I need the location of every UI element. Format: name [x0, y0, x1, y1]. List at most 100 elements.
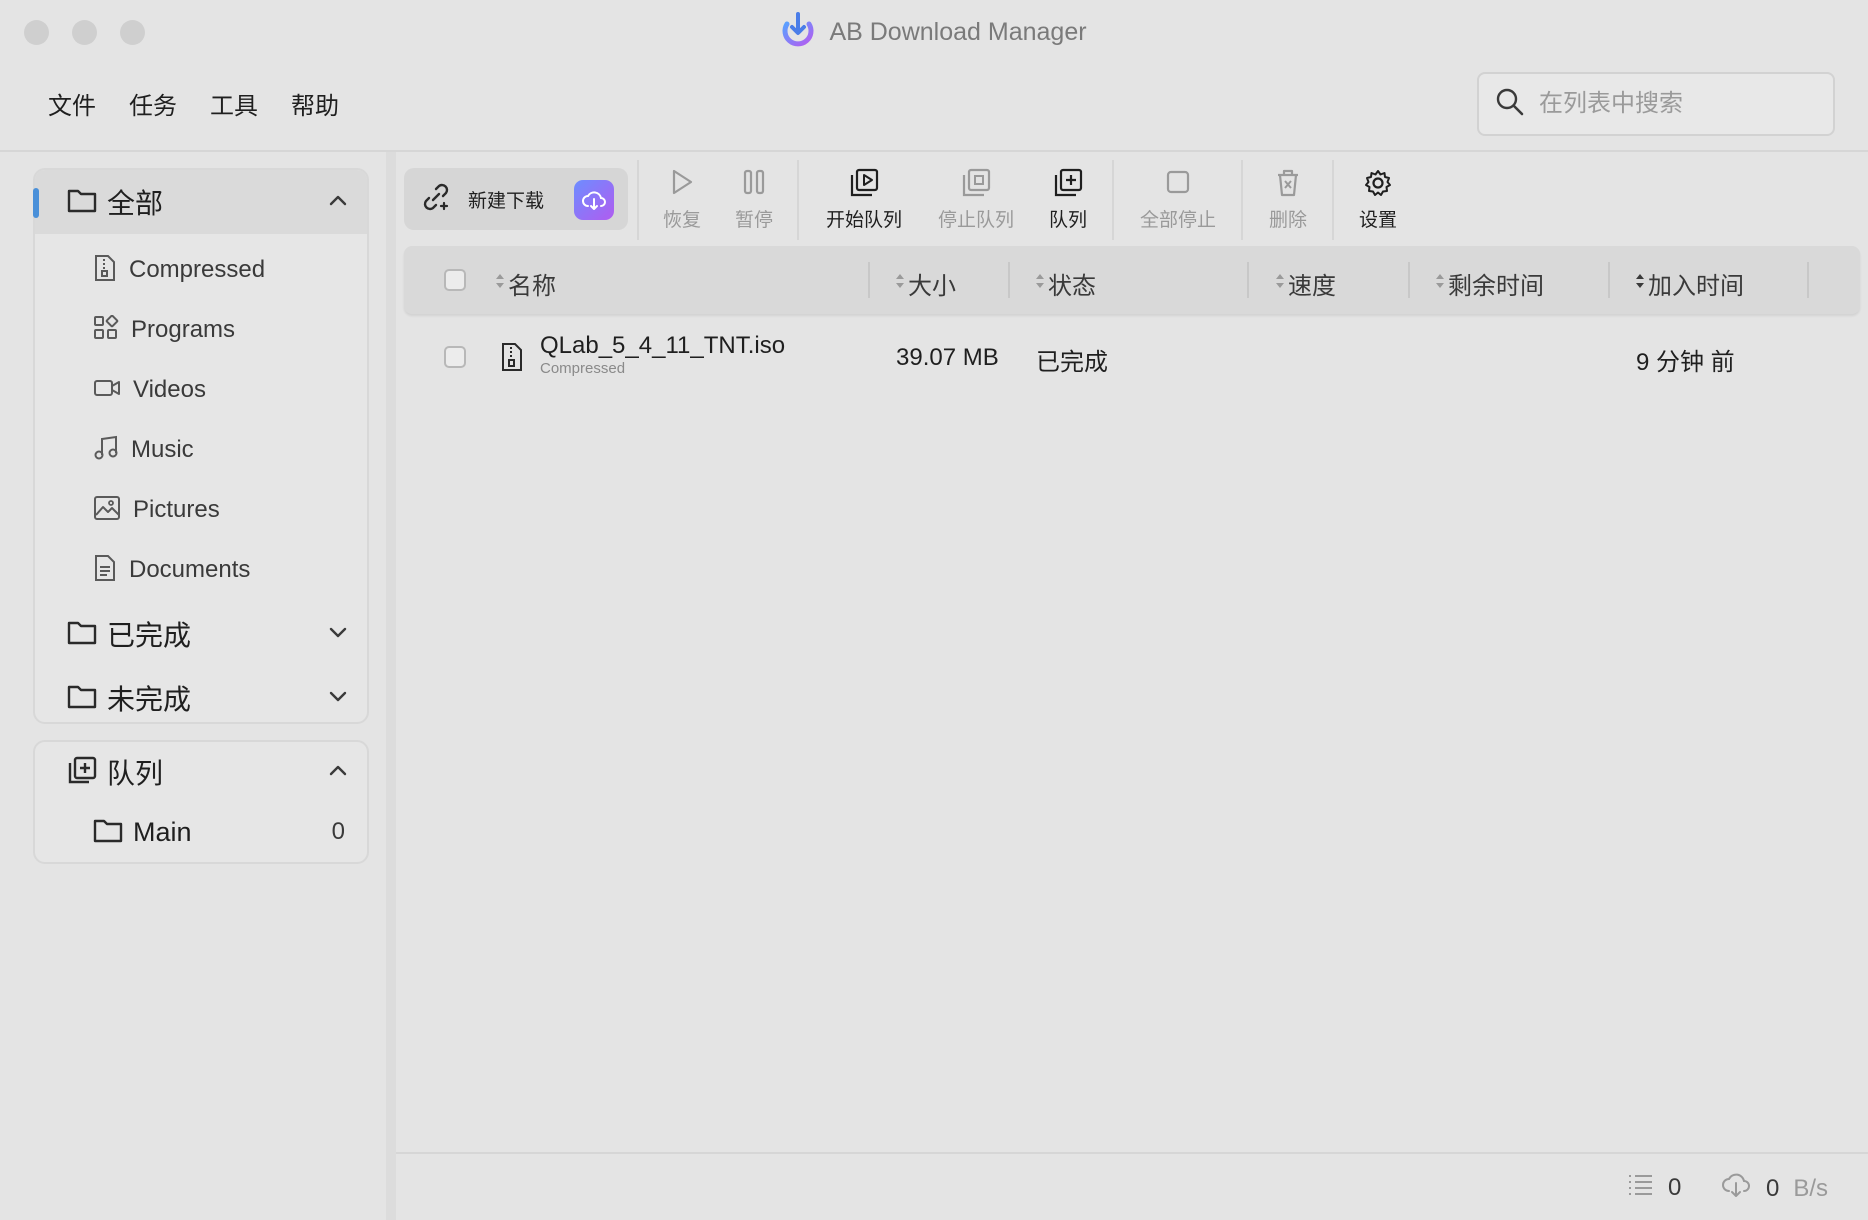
category-videos[interactable]: Videos — [35, 368, 367, 412]
settings-label: 设置 — [1358, 210, 1397, 231]
column-header-label: 名称 — [508, 273, 556, 300]
stop-icon — [1165, 168, 1191, 201]
statusbar-divider — [396, 1152, 1868, 1154]
column-header-speed[interactable]: 速度 — [1274, 266, 1336, 301]
table-header: 名称 大小 状态 速度 剩余时间 加入时间 — [404, 246, 1860, 314]
add-queue-icon — [1052, 168, 1084, 203]
sort-icon — [494, 270, 506, 298]
search-input[interactable] — [1539, 90, 1799, 118]
file-status: 已完成 — [1036, 349, 1108, 376]
toolbar-separator — [1332, 160, 1334, 240]
column-header-size[interactable]: 大小 — [894, 266, 956, 301]
category-all[interactable]: 全部 — [33, 170, 367, 234]
queue-button[interactable]: 队列 — [1044, 168, 1092, 232]
queue-header[interactable]: 队列 — [35, 744, 367, 800]
stop-all-button[interactable]: 全部停止 — [1136, 168, 1220, 232]
chevron-down-icon[interactable] — [329, 689, 347, 707]
search-box[interactable] — [1477, 72, 1835, 136]
new-download-button[interactable]: 新建下载 — [404, 168, 628, 230]
file-category: Compressed — [540, 360, 626, 377]
toolbar-separator — [1112, 160, 1114, 240]
category-unfinished-label: 未完成 — [107, 684, 192, 715]
table-row[interactable]: QLab_5_4_11_TNT.iso Compressed 39.07 MB … — [404, 326, 1860, 386]
menu-tasks[interactable]: 任务 — [129, 86, 177, 121]
column-header-remaining[interactable]: 剩余时间 — [1434, 266, 1544, 301]
delete-button[interactable]: 删除 — [1266, 168, 1310, 232]
column-separator[interactable] — [1807, 262, 1809, 298]
column-header-status[interactable]: 状态 — [1034, 266, 1096, 301]
category-label: Compressed — [129, 256, 266, 283]
menu-file[interactable]: 文件 — [48, 86, 96, 121]
column-separator[interactable] — [1608, 262, 1610, 298]
folder-icon — [67, 187, 97, 218]
stop-queue-button[interactable]: 停止队列 — [934, 168, 1018, 232]
chevron-down-icon[interactable] — [329, 625, 347, 643]
folder-icon — [93, 817, 123, 848]
category-documents[interactable]: Documents — [35, 548, 367, 592]
download-speed-status: 0 B/s — [1720, 1172, 1828, 1205]
column-separator[interactable] — [1008, 262, 1010, 298]
zip-file-icon — [500, 342, 524, 377]
window-title: AB Download Manager — [0, 12, 1868, 53]
cloud-download-icon[interactable] — [574, 180, 614, 220]
category-finished[interactable]: 已完成 — [35, 606, 367, 662]
selection-indicator — [33, 188, 39, 218]
start-queue-icon — [848, 168, 880, 203]
category-music[interactable]: Music — [35, 428, 367, 472]
gear-icon — [1363, 168, 1393, 203]
column-separator[interactable] — [868, 262, 870, 298]
category-finished-label: 已完成 — [107, 620, 192, 651]
settings-button[interactable]: 设置 — [1356, 168, 1400, 232]
file-added-time: 9 分钟 前 — [1636, 349, 1735, 376]
search-icon — [1479, 87, 1525, 122]
sidebar-splitter[interactable] — [386, 152, 396, 1220]
zip-file-icon — [93, 254, 117, 287]
stop-queue-label: 停止队列 — [937, 210, 1014, 231]
chevron-up-icon[interactable] — [329, 193, 347, 211]
column-separator[interactable] — [1408, 262, 1410, 298]
apps-grid-icon — [93, 314, 119, 346]
column-header-name[interactable]: 名称 — [494, 266, 556, 301]
stop-queue-icon — [960, 168, 992, 203]
document-icon — [93, 554, 117, 587]
music-note-icon — [93, 435, 119, 466]
pause-button[interactable]: 暂停 — [730, 168, 778, 232]
link-icon — [420, 181, 452, 218]
pause-icon — [742, 168, 766, 201]
sort-icon — [1434, 270, 1446, 298]
row-checkbox[interactable] — [444, 346, 466, 368]
list-icon — [1626, 1172, 1654, 1203]
title-bar: AB Download Manager — [0, 0, 1868, 64]
file-size: 39.07 MB — [896, 344, 999, 371]
app-window: AB Download Manager 文件 任务 工具 帮助 全部 — [0, 0, 1868, 1220]
category-unfinished[interactable]: 未完成 — [35, 670, 367, 726]
download-speed-unit: B/s — [1793, 1174, 1829, 1202]
menu-help[interactable]: 帮助 — [291, 86, 339, 121]
queues-label: 队列 — [107, 758, 164, 789]
folder-icon — [67, 619, 97, 650]
menu-tools[interactable]: 工具 — [210, 86, 258, 121]
resume-button[interactable]: 恢复 — [658, 168, 706, 232]
column-separator[interactable] — [1247, 262, 1249, 298]
category-label: Programs — [131, 316, 236, 343]
folder-icon — [67, 683, 97, 714]
play-icon — [669, 168, 695, 201]
chevron-up-icon[interactable] — [329, 763, 347, 781]
queue-item-main[interactable]: Main 0 — [35, 806, 367, 858]
category-programs[interactable]: Programs — [35, 308, 367, 352]
category-pictures[interactable]: Pictures — [35, 488, 367, 532]
active-downloads-status: 0 — [1626, 1172, 1681, 1203]
start-queue-button[interactable]: 开始队列 — [820, 168, 908, 232]
queue-item-count: 0 — [331, 818, 345, 845]
category-compressed[interactable]: Compressed — [35, 248, 367, 292]
new-download-label: 新建下载 — [468, 190, 545, 212]
queue-icon — [67, 756, 97, 789]
column-header-added[interactable]: 加入时间 — [1634, 266, 1744, 301]
sort-icon — [1274, 270, 1286, 298]
download-speed-value: 0 — [1766, 1174, 1780, 1202]
sort-icon — [1034, 270, 1046, 298]
start-queue-label: 开始队列 — [825, 210, 902, 231]
category-all-label: 全部 — [107, 188, 164, 219]
resume-label: 恢复 — [662, 210, 701, 231]
select-all-checkbox[interactable] — [444, 269, 466, 291]
